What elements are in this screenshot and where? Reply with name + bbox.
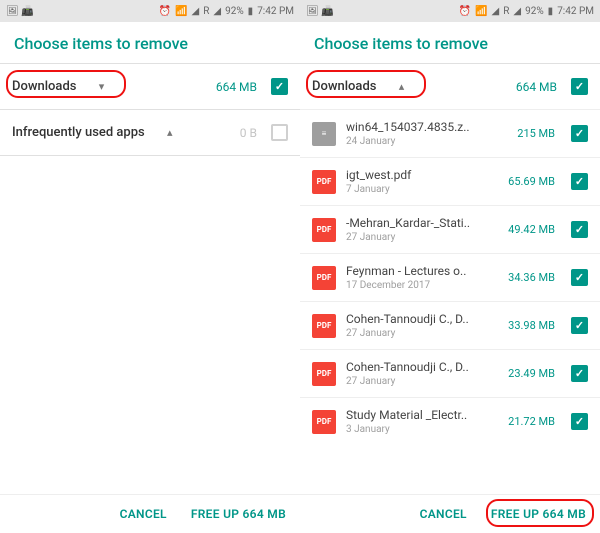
file-checkbox[interactable] xyxy=(571,125,588,142)
section-infrequent-size: 0 B xyxy=(240,126,257,140)
file-checkbox[interactable] xyxy=(571,221,588,238)
section-downloads-size: 664 MB xyxy=(216,80,257,94)
file-date: 27 January xyxy=(346,328,498,339)
cancel-button[interactable]: CANCEL xyxy=(420,507,467,521)
footer: CANCEL FREE UP 664 MB xyxy=(0,494,300,533)
file-date: 17 December 2017 xyxy=(346,280,498,291)
file-text: win64_154037.4835.z.. 24 January xyxy=(346,120,507,147)
file-size: 33.98 MB xyxy=(508,319,555,332)
pdf-file-icon: PDF xyxy=(312,218,336,242)
screenshot-right: 🖼 📠 ⏰ 📶 ◢ R ◢ 92% ▮ 7:42 PM Choose items… xyxy=(300,0,600,533)
file-date: 3 January xyxy=(346,424,498,435)
file-size: 65.69 MB xyxy=(508,175,555,188)
section-downloads[interactable]: Downloads ▾ 664 MB xyxy=(0,64,300,109)
file-text: -Mehran_Kardar-_Stati.. 27 January xyxy=(346,216,498,243)
section-downloads-label: Downloads xyxy=(312,79,376,94)
list-item[interactable]: PDF Study Material _Electr.. 3 January 21.7… xyxy=(300,397,600,445)
page-title: Choose items to remove xyxy=(0,22,300,63)
file-name: igt_west.pdf xyxy=(346,168,498,182)
network-label: R xyxy=(503,6,509,17)
chevron-down-icon: ▾ xyxy=(94,80,108,94)
pdf-file-icon: PDF xyxy=(312,362,336,386)
signal-icon: ◢ xyxy=(492,6,500,17)
file-date: 7 January xyxy=(346,184,498,195)
file-size: 49.42 MB xyxy=(508,223,555,236)
list-item[interactable]: PDF Feynman - Lectures o.. 17 December 201… xyxy=(300,253,600,301)
file-checkbox[interactable] xyxy=(571,173,588,190)
section-downloads-label: Downloads xyxy=(12,79,76,94)
downloads-list: ≡ win64_154037.4835.z.. 24 January 215 MB PD… xyxy=(300,109,600,494)
file-checkbox[interactable] xyxy=(571,269,588,286)
list-item[interactable]: ≡ win64_154037.4835.z.. 24 January 215 MB xyxy=(300,109,600,157)
file-name: Cohen-Tannoudji C., D.. xyxy=(346,360,498,374)
list-item[interactable]: PDF Cohen-Tannoudji C., D.. 27 January 33.9… xyxy=(300,301,600,349)
file-date: 27 January xyxy=(346,376,498,387)
list-item[interactable]: PDF -Mehran_Kardar-_Stati.. 27 January 49.4… xyxy=(300,205,600,253)
file-text: Cohen-Tannoudji C., D.. 27 January xyxy=(346,312,498,339)
file-text: igt_west.pdf 7 January xyxy=(346,168,498,195)
file-name: Cohen-Tannoudji C., D.. xyxy=(346,312,498,326)
chevron-up-icon: ▴ xyxy=(394,80,408,94)
pdf-file-icon: PDF xyxy=(312,170,336,194)
battery-label: 92% xyxy=(225,6,244,17)
notification-icons: 🖼 📠 xyxy=(6,6,34,17)
clock-label: 7:42 PM xyxy=(257,6,294,17)
section-infrequent-apps[interactable]: Infrequently used apps ▴ 0 B xyxy=(0,110,300,155)
file-name: Study Material _Electr.. xyxy=(346,408,498,422)
signal-icon-2: ◢ xyxy=(213,6,221,17)
chevron-up-icon: ▴ xyxy=(163,126,177,140)
empty-area xyxy=(0,156,300,494)
clock-label: 7:42 PM xyxy=(557,6,594,17)
page-title: Choose items to remove xyxy=(300,22,600,63)
notification-icons: 🖼 📠 xyxy=(306,6,334,17)
signal-icon-2: ◢ xyxy=(513,6,521,17)
file-text: Feynman - Lectures o.. 17 December 2017 xyxy=(346,264,498,291)
file-size: 215 MB xyxy=(517,127,555,140)
confirm-button[interactable]: FREE UP 664 MB xyxy=(491,507,586,521)
file-name: -Mehran_Kardar-_Stati.. xyxy=(346,216,498,230)
cancel-button[interactable]: CANCEL xyxy=(120,507,167,521)
pdf-file-icon: PDF xyxy=(312,314,336,338)
section-downloads-checkbox[interactable] xyxy=(271,78,288,95)
battery-icon: ▮ xyxy=(248,6,254,17)
status-bar: 🖼 📠 ⏰ 📶 ◢ R ◢ 92% ▮ 7:42 PM xyxy=(0,0,300,22)
alarm-icon: ⏰ xyxy=(459,6,471,17)
file-name: win64_154037.4835.z.. xyxy=(346,120,507,134)
file-text: Study Material _Electr.. 3 January xyxy=(346,408,498,435)
list-item[interactable]: PDF Cohen-Tannoudji C., D.. 27 January 23.4… xyxy=(300,349,600,397)
alarm-icon: ⏰ xyxy=(159,6,171,17)
wifi-icon: 📶 xyxy=(175,6,187,17)
section-infrequent-checkbox[interactable] xyxy=(271,124,288,141)
file-checkbox[interactable] xyxy=(571,317,588,334)
file-date: 27 January xyxy=(346,232,498,243)
network-label: R xyxy=(203,6,209,17)
wifi-icon: 📶 xyxy=(475,6,487,17)
file-checkbox[interactable] xyxy=(571,413,588,430)
battery-icon: ▮ xyxy=(548,6,554,17)
file-size: 34.36 MB xyxy=(508,271,555,284)
status-bar: 🖼 📠 ⏰ 📶 ◢ R ◢ 92% ▮ 7:42 PM xyxy=(300,0,600,22)
section-infrequent-label: Infrequently used apps xyxy=(12,125,145,140)
file-name: Feynman - Lectures o.. xyxy=(346,264,498,278)
footer: CANCEL FREE UP 664 MB xyxy=(300,494,600,533)
pdf-file-icon: PDF xyxy=(312,410,336,434)
zip-file-icon: ≡ xyxy=(312,122,336,146)
file-text: Cohen-Tannoudji C., D.. 27 January xyxy=(346,360,498,387)
file-date: 24 January xyxy=(346,136,507,147)
confirm-button[interactable]: FREE UP 664 MB xyxy=(191,507,286,521)
battery-label: 92% xyxy=(525,6,544,17)
pdf-file-icon: PDF xyxy=(312,266,336,290)
file-checkbox[interactable] xyxy=(571,365,588,382)
section-downloads-size: 664 MB xyxy=(516,80,557,94)
screenshot-left: 🖼 📠 ⏰ 📶 ◢ R ◢ 92% ▮ 7:42 PM Choose items… xyxy=(0,0,300,533)
file-size: 21.72 MB xyxy=(508,415,555,428)
signal-icon: ◢ xyxy=(192,6,200,17)
section-downloads-checkbox[interactable] xyxy=(571,78,588,95)
file-size: 23.49 MB xyxy=(508,367,555,380)
section-downloads[interactable]: Downloads ▴ 664 MB xyxy=(300,64,600,109)
list-item[interactable]: PDF igt_west.pdf 7 January 65.69 MB xyxy=(300,157,600,205)
